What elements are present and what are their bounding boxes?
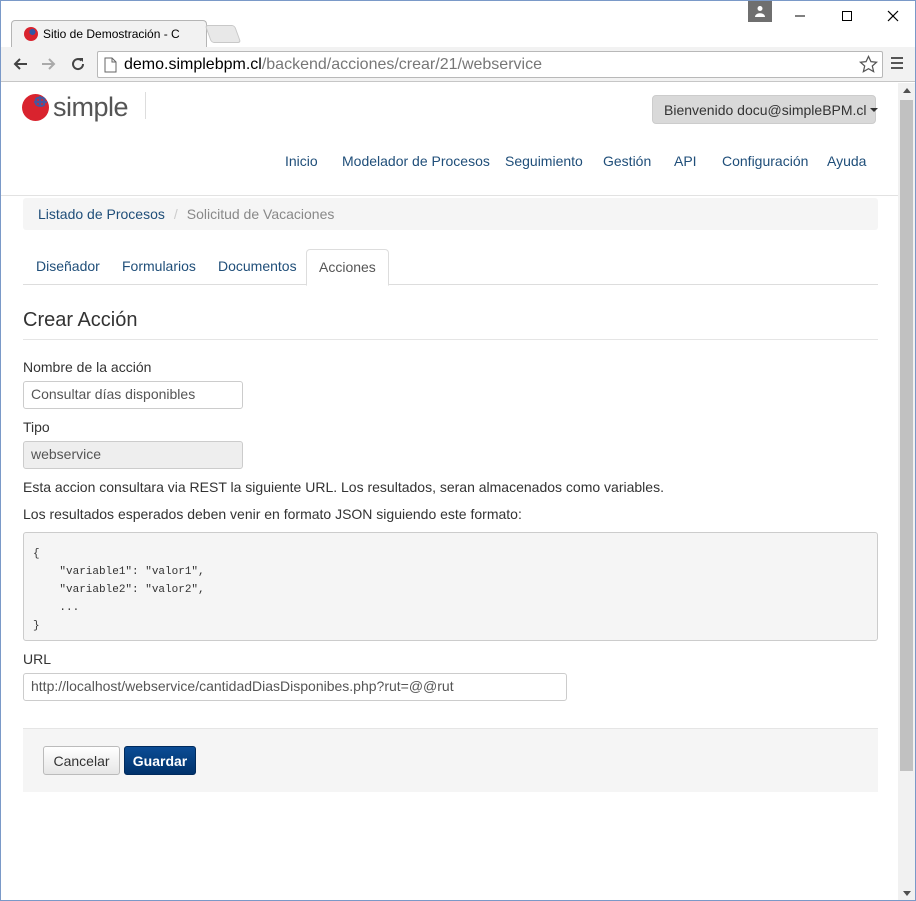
back-icon <box>13 58 27 70</box>
code-line: "variable1": "valor1", <box>33 566 205 578</box>
page-viewport: simple Bienvenido docu@simpleBPM.cl Inic… <box>1 83 898 900</box>
nav-api[interactable]: API <box>674 153 697 169</box>
form-actions: Cancelar Guardar <box>23 728 878 792</box>
minimize-button[interactable] <box>778 1 822 31</box>
name-label: Nombre de la acción <box>23 359 152 375</box>
star-icon[interactable] <box>859 55 878 74</box>
forward-button[interactable] <box>39 54 59 74</box>
header-divider <box>1 195 898 196</box>
name-input[interactable]: Consultar días disponibles <box>23 381 243 409</box>
site-logo[interactable]: simple <box>22 91 129 122</box>
main-nav: Inicio Modelador de Procesos Seguimiento… <box>1 153 898 173</box>
browser-window: Sitio de Demostración - C demo.simplebpm… <box>0 0 916 901</box>
code-line: "variable2": "valor2", <box>33 584 205 596</box>
browser-toolbar: demo.simplebpm.cl/backend/acciones/crear… <box>1 47 915 82</box>
type-input: webservice <box>23 441 243 469</box>
nav-seguimiento[interactable]: Seguimiento <box>505 153 583 169</box>
favicon-icon <box>24 27 38 41</box>
scroll-up-button[interactable] <box>898 83 915 98</box>
back-button[interactable] <box>10 54 30 74</box>
url-path: /backend/acciones/crear/21/webservice <box>261 56 542 73</box>
type-label: Tipo <box>23 419 50 435</box>
tab-documentos[interactable]: Documentos <box>206 249 309 285</box>
close-icon <box>887 10 899 22</box>
nav-inicio[interactable]: Inicio <box>285 153 318 169</box>
user-menu-label: Bienvenido docu@simpleBPM.cl <box>664 101 867 118</box>
scroll-up-icon <box>902 88 911 93</box>
close-button[interactable] <box>871 1 915 31</box>
breadcrumb-link-procesos[interactable]: Listado de Procesos <box>38 206 165 222</box>
scroll-down-button[interactable] <box>898 886 915 900</box>
caret-down-icon <box>869 107 878 112</box>
page-icon <box>104 57 117 73</box>
maximize-button[interactable] <box>825 1 869 31</box>
nav-configuracion[interactable]: Configuración <box>722 153 808 169</box>
tab-acciones[interactable]: Acciones <box>306 249 389 286</box>
vertical-scrollbar[interactable] <box>898 83 915 900</box>
json-example-block: { "variable1": "valor1", "variable2": "v… <box>23 532 878 641</box>
menu-icon[interactable] <box>890 55 904 71</box>
scroll-down-icon <box>902 891 911 896</box>
profile-icon <box>755 6 765 17</box>
help-text-rest: Esta accion consultara via REST la sigui… <box>23 479 664 495</box>
logo-divider <box>145 92 146 119</box>
tab-formularios[interactable]: Formularios <box>110 249 208 285</box>
reload-button[interactable] <box>68 54 88 74</box>
form-title: Crear Acción <box>23 309 138 331</box>
process-tabs: Diseñador Formularios Documentos Accione… <box>23 249 878 286</box>
help-text-format: Los resultados esperados deben venir en … <box>23 506 522 522</box>
browser-tab[interactable]: Sitio de Demostración - C <box>11 20 207 47</box>
profile-button[interactable] <box>748 1 772 22</box>
url-label: URL <box>23 651 52 667</box>
url-input[interactable]: http://localhost/webservice/cantidadDias… <box>23 673 567 701</box>
logo-text: simple <box>53 91 129 122</box>
title-bar: Sitio de Demostración - C <box>1 1 915 47</box>
save-button[interactable]: Guardar <box>124 746 196 775</box>
url-text: demo.simplebpm.cl/backend/acciones/crear… <box>124 56 542 74</box>
minimize-icon <box>795 15 805 17</box>
forward-icon <box>42 58 56 70</box>
nav-gestion[interactable]: Gestión <box>603 153 651 169</box>
code-line: } <box>33 620 40 632</box>
reload-icon <box>72 58 85 71</box>
logo-icon <box>22 93 49 121</box>
form-title-divider <box>23 339 878 340</box>
nav-modelador[interactable]: Modelador de Procesos <box>342 153 490 169</box>
new-tab-button[interactable] <box>204 25 242 43</box>
tab-title: Sitio de Demostración - C <box>43 27 180 41</box>
breadcrumb: Listado de Procesos / Solicitud de Vacac… <box>23 198 878 230</box>
breadcrumb-current: Solicitud de Vacaciones <box>186 206 335 222</box>
address-bar[interactable]: demo.simplebpm.cl/backend/acciones/crear… <box>97 51 883 78</box>
cancel-button[interactable]: Cancelar <box>43 746 120 775</box>
code-line: ... <box>33 602 80 614</box>
user-menu-button[interactable]: Bienvenido docu@simpleBPM.cl <box>652 95 878 124</box>
tab-disenador[interactable]: Diseñador <box>24 249 112 285</box>
scroll-thumb[interactable] <box>900 100 913 771</box>
url-host: demo.simplebpm.cl <box>124 56 262 73</box>
maximize-icon <box>842 11 852 21</box>
nav-ayuda[interactable]: Ayuda <box>827 153 866 169</box>
code-line: { <box>33 548 40 560</box>
breadcrumb-separator: / <box>173 206 178 222</box>
